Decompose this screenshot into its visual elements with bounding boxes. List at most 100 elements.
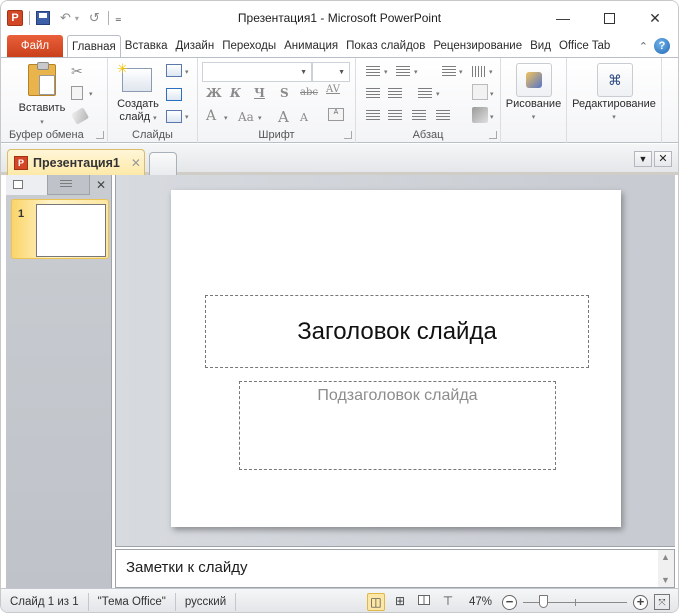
paste-button[interactable]: Вставить ▾ — [11, 62, 73, 128]
increase-indent-icon[interactable] — [388, 88, 402, 99]
text-direction-dropdown-icon[interactable]: ▾ — [489, 68, 493, 76]
window-controls: — ✕ — [540, 1, 678, 35]
close-pane-button[interactable]: ✕ — [92, 176, 110, 194]
section-dropdown-icon[interactable]: ▾ — [185, 113, 189, 121]
outline-tab[interactable] — [48, 175, 90, 195]
numbering-icon[interactable] — [396, 66, 410, 77]
fit-to-window-button[interactable]: ⤧ — [654, 594, 670, 610]
editing-label[interactable]: Редактирование ▾ — [567, 98, 661, 124]
maximize-button[interactable] — [586, 1, 632, 35]
tab-slideshow[interactable]: Показ слайдов — [342, 35, 429, 57]
cut-icon[interactable]: ✂ — [71, 63, 83, 80]
change-case-dropdown-icon[interactable]: ▾ — [258, 114, 262, 122]
bullets-icon[interactable] — [366, 66, 380, 77]
decrease-indent-icon[interactable] — [366, 88, 380, 99]
editing-button[interactable]: ⌘ — [597, 63, 633, 97]
tab-review[interactable]: Рецензирование — [429, 35, 526, 57]
zoom-level[interactable]: 47% — [469, 596, 492, 608]
tab-transitions[interactable]: Переходы — [218, 35, 280, 57]
document-tab[interactable]: P Презентация1 ✕ — [7, 149, 145, 175]
align-right-icon[interactable] — [412, 110, 426, 121]
slideshow-button[interactable]: ⊤ — [439, 593, 457, 611]
layout-dropdown-icon[interactable]: ▾ — [185, 68, 189, 76]
change-case-button[interactable]: Aa — [238, 110, 254, 124]
line-spacing-icon[interactable] — [442, 66, 456, 77]
close-button[interactable]: ✕ — [632, 1, 678, 35]
smartart-dropdown-icon[interactable]: ▾ — [490, 113, 494, 121]
help-icon[interactable]: ? — [654, 38, 670, 54]
tab-view[interactable]: Вид — [526, 35, 555, 57]
numbering-dropdown-icon[interactable]: ▾ — [414, 68, 418, 76]
minimize-button[interactable]: — — [540, 1, 586, 35]
grow-font-button[interactable]: A — [278, 108, 289, 126]
tab-animations[interactable]: Анимация — [280, 35, 342, 57]
bold-button[interactable]: Ж — [206, 86, 222, 100]
close-document-button[interactable]: ✕ — [654, 151, 672, 167]
language-indicator[interactable]: русский — [176, 592, 237, 611]
columns-dropdown-icon[interactable]: ▾ — [436, 90, 440, 98]
zoom-slider[interactable] — [523, 595, 627, 609]
text-shadow-button[interactable]: S — [280, 86, 289, 100]
align-center-icon[interactable] — [388, 110, 402, 121]
line-spacing-dropdown-icon[interactable]: ▾ — [459, 68, 463, 76]
subtitle-placeholder[interactable]: Подзаголовок слайда — [239, 381, 556, 470]
smartart-icon[interactable] — [472, 107, 488, 123]
bullets-dropdown-icon[interactable]: ▾ — [384, 68, 388, 76]
justify-icon[interactable] — [436, 110, 450, 121]
zoom-in-button[interactable]: + — [633, 594, 648, 610]
font-color-dropdown-icon[interactable]: ▾ — [224, 114, 228, 122]
strikethrough-button[interactable]: abc — [300, 87, 318, 98]
copy-dropdown-icon[interactable]: ▾ — [89, 90, 93, 98]
tab-design[interactable]: Дизайн — [172, 35, 219, 57]
notes-scrollbar[interactable]: ▲ ▼ — [658, 550, 674, 587]
align-left-icon[interactable] — [366, 110, 380, 121]
reset-slide-icon[interactable] — [166, 88, 182, 101]
columns-icon[interactable] — [418, 88, 432, 99]
document-tab-bar: P Презентация1 ✕ ▼ ✕ — [1, 144, 678, 175]
align-text-dropdown-icon[interactable]: ▾ — [490, 90, 494, 98]
slide-thumbnail-item[interactable]: 1 — [11, 199, 109, 259]
document-tab-close-icon[interactable]: ✕ — [131, 156, 141, 170]
font-color-button[interactable]: A — [206, 108, 216, 124]
section-icon[interactable] — [166, 110, 182, 123]
scroll-up-icon[interactable]: ▲ — [661, 552, 670, 562]
new-tab-button[interactable] — [149, 152, 177, 175]
tab-home[interactable]: Главная — [67, 35, 121, 57]
paragraph-launcher-icon[interactable] — [489, 131, 497, 139]
slides-tab[interactable] — [6, 175, 48, 195]
underline-button[interactable]: Ч — [254, 86, 265, 100]
notes-pane[interactable]: Заметки к слайду ▲ ▼ — [115, 549, 675, 588]
format-painter-icon[interactable] — [70, 107, 90, 125]
tab-file[interactable]: Файл — [7, 35, 63, 57]
align-text-icon[interactable] — [472, 84, 488, 100]
tab-insert[interactable]: Вставка — [121, 35, 172, 57]
tab-office-tab[interactable]: Office Tab — [555, 35, 614, 57]
new-slide-button[interactable]: Создать слайд ▾ — [112, 98, 164, 125]
clear-formatting-icon[interactable]: A — [328, 108, 344, 121]
layout-icon[interactable] — [166, 64, 182, 77]
zoom-slider-thumb[interactable] — [539, 595, 549, 608]
drawing-label[interactable]: Рисование ▾ — [501, 98, 566, 124]
theme-name[interactable]: "Тема Office" — [89, 592, 176, 611]
shrink-font-button[interactable]: A — [300, 111, 308, 124]
italic-button[interactable]: К — [230, 86, 241, 100]
drawing-button[interactable] — [516, 63, 552, 97]
tab-list-dropdown-button[interactable]: ▼ — [634, 151, 652, 167]
copy-icon[interactable] — [71, 86, 83, 100]
notes-placeholder[interactable]: Заметки к слайду — [126, 559, 248, 576]
slide-canvas[interactable]: Заголовок слайда Подзаголовок слайда — [171, 190, 621, 527]
text-direction-icon[interactable] — [472, 66, 486, 77]
scroll-down-icon[interactable]: ▼ — [661, 575, 670, 585]
font-launcher-icon[interactable] — [344, 131, 352, 139]
slide-sorter-button[interactable]: ⊞ — [391, 593, 409, 611]
character-spacing-button[interactable]: AV — [326, 84, 340, 95]
reading-view-button[interactable] — [415, 593, 433, 611]
clipboard-launcher-icon[interactable] — [96, 131, 104, 139]
font-name-combo[interactable]: ▼ — [202, 62, 312, 82]
collapse-ribbon-icon[interactable]: ⌃ — [639, 40, 648, 53]
zoom-out-button[interactable]: − — [502, 594, 517, 610]
powerpoint-file-icon: P — [14, 155, 28, 170]
font-size-combo[interactable]: ▼ — [312, 62, 350, 82]
normal-view-button[interactable]: ◫ — [366, 593, 385, 611]
title-placeholder[interactable]: Заголовок слайда — [205, 295, 589, 368]
